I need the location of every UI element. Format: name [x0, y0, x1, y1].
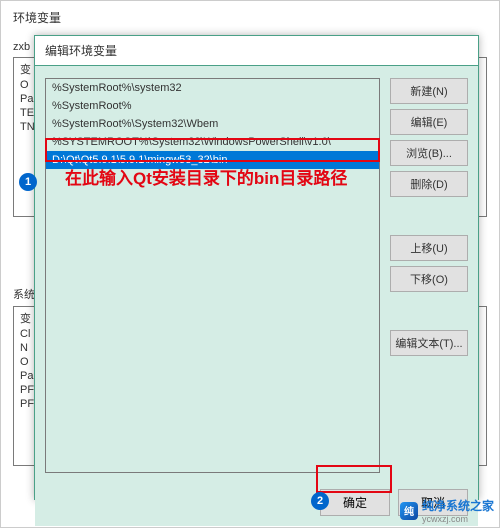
watermark: 纯 纯净系统之家 ycwxzj.com — [400, 497, 494, 524]
list-item[interactable]: %SystemRoot%\System32\Wbem — [46, 115, 379, 133]
list-item[interactable]: %SystemRoot% — [46, 97, 379, 115]
step-badge-1: 1 — [19, 173, 37, 191]
dialog-body: %SystemRoot%\system32 %SystemRoot% %Syst… — [35, 66, 478, 483]
dialog-title: 编辑环境变量 — [35, 36, 478, 66]
new-button[interactable]: 新建(N) — [390, 78, 468, 104]
gap — [390, 297, 468, 325]
gap — [390, 202, 468, 230]
watermark-title: 纯净系统之家 — [422, 497, 494, 514]
move-down-button[interactable]: 下移(O) — [390, 266, 468, 292]
move-up-button[interactable]: 上移(U) — [390, 235, 468, 261]
bg-window-title: 环境变量 — [1, 1, 499, 34]
delete-button[interactable]: 删除(D) — [390, 171, 468, 197]
ok-button[interactable]: 确定 — [320, 489, 390, 516]
edit-env-dialog: 编辑环境变量 %SystemRoot%\system32 %SystemRoot… — [34, 35, 479, 500]
edit-button[interactable]: 编辑(E) — [390, 109, 468, 135]
edit-text-button[interactable]: 编辑文本(T)... — [390, 330, 468, 356]
list-item[interactable]: %SystemRoot%\system32 — [46, 79, 379, 97]
path-list[interactable]: %SystemRoot%\system32 %SystemRoot% %Syst… — [45, 78, 380, 473]
dialog-buttons-column: 新建(N) 编辑(E) 浏览(B)... 删除(D) 上移(U) 下移(O) 编… — [390, 78, 468, 473]
annotation-text: 在此输入Qt安装目录下的bin目录路径 — [65, 164, 347, 189]
watermark-sub: ycwxzj.com — [422, 514, 494, 524]
watermark-icon: 纯 — [400, 502, 418, 520]
browse-button[interactable]: 浏览(B)... — [390, 140, 468, 166]
step-badge-2: 2 — [311, 492, 329, 510]
list-item[interactable]: %SYSTEMROOT%\System32\WindowsPowerShell\… — [46, 133, 379, 151]
